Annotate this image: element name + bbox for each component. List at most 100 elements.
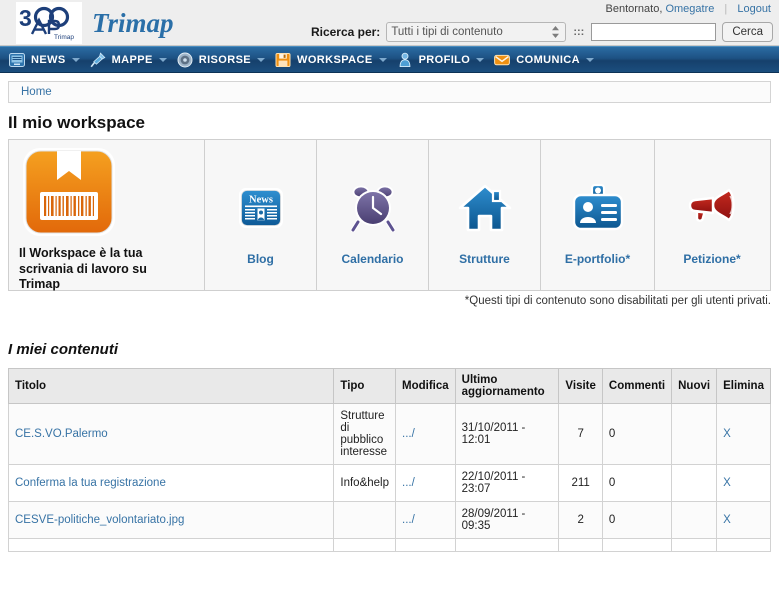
cell-commenti: 0: [601, 501, 673, 539]
nav-item-mappe[interactable]: MAPPE: [87, 47, 174, 72]
col-header-titolo[interactable]: Titolo: [7, 368, 335, 404]
table-row: CESVE-politiche_volontariato.jpg .../ 28…: [7, 501, 771, 539]
edit-link[interactable]: .../: [402, 428, 415, 440]
workspace-tile-label-petizione[interactable]: Petizione*: [683, 252, 740, 266]
cell-modifica: .../: [395, 464, 456, 502]
table-header-row: Titolo Tipo Modifica Ultimo aggiornament…: [7, 368, 771, 404]
logout-link[interactable]: Logout: [737, 3, 771, 15]
cell-ultimo: 28/09/2011 - 09:35: [454, 501, 560, 539]
cell-commenti: 0: [601, 464, 673, 502]
svg-text:Trimap: Trimap: [54, 34, 74, 41]
content-title-link[interactable]: CESVE-politiche_volontariato.jpg: [15, 514, 184, 526]
cell-visite: 211: [558, 464, 603, 502]
col-header-nuovi[interactable]: Nuovi: [671, 368, 718, 404]
cell-tipo: Strutture di pubblico interesse: [333, 403, 396, 465]
search-bar: Ricerca per: Tutti i tipi di contenuto :…: [311, 22, 773, 42]
username-link[interactable]: Omegatre: [665, 3, 714, 15]
cell-visite: [558, 538, 603, 552]
id-badge-icon: [571, 172, 625, 244]
cell-tipo: [333, 538, 396, 552]
nav-item-news[interactable]: NEWS: [6, 47, 87, 72]
delete-link[interactable]: X: [723, 477, 731, 489]
cell-modifica: .../: [395, 403, 456, 465]
nav-item-comunica[interactable]: COMUNICA: [491, 47, 601, 72]
content-title-link[interactable]: Conferma la tua registrazione: [15, 477, 166, 489]
nav-label-workspace: WORKSPACE: [297, 53, 373, 66]
cell-titolo: CE.S.VO.Palermo: [7, 403, 335, 465]
content-type-select-wrap[interactable]: Tutti i tipi di contenuto: [386, 22, 567, 42]
dots-separator: :::: [573, 26, 585, 38]
nav-item-risorse[interactable]: RISORSE: [174, 47, 272, 72]
chevron-down-icon[interactable]: [71, 57, 80, 62]
contents-table: Titolo Tipo Modifica Ultimo aggiornament…: [7, 368, 771, 552]
cell-nuovi: [671, 403, 718, 465]
alarm-clock-icon: [347, 172, 399, 244]
cell-modifica: .../: [395, 501, 456, 539]
logo[interactable]: 3 Trimap: [16, 2, 82, 44]
workspace-intro-cell: Il Workspace è la tua scrivania di lavor…: [9, 140, 205, 291]
workspace-tile-label-strutture[interactable]: Strutture: [459, 252, 510, 266]
contents-section-title: I miei contenuti: [8, 341, 119, 358]
col-header-elimina[interactable]: Elimina: [716, 368, 771, 404]
nav-label-news: NEWS: [31, 53, 66, 66]
workspace-tile-label-calendario[interactable]: Calendario: [341, 252, 403, 266]
cell-elimina: X: [716, 403, 771, 465]
svg-text:News: News: [249, 195, 273, 206]
table-row: [7, 538, 771, 552]
breadcrumb: Home: [8, 81, 771, 103]
nav-label-mappe: MAPPE: [111, 53, 153, 66]
workspace-tile-label-blog[interactable]: Blog: [247, 252, 274, 266]
col-header-modifica[interactable]: Modifica: [395, 368, 456, 404]
workspace-tile-label-eportfolio[interactable]: E-portfolio*: [565, 252, 630, 266]
chevron-down-icon[interactable]: [476, 57, 485, 62]
col-header-tipo[interactable]: Tipo: [333, 368, 396, 404]
cell-nuovi: [671, 464, 718, 502]
col-header-ultimo-aggiornamento[interactable]: Ultimo aggiornamento: [454, 368, 560, 404]
main-navigation: NEWS MAPPE RISORSE WORKSPACE PROFILO COM…: [0, 46, 779, 73]
content-type-select[interactable]: Tutti i tipi di contenuto: [386, 22, 567, 42]
table-row: CE.S.VO.Palermo Strutture di pubblico in…: [7, 403, 771, 465]
cell-nuovi: [671, 538, 718, 552]
cell-titolo: CESVE-politiche_volontariato.jpg: [7, 501, 335, 539]
cell-ultimo: 22/10/2011 - 23:07: [454, 464, 560, 502]
breadcrumb-item-home[interactable]: Home: [21, 86, 52, 98]
chevron-down-icon[interactable]: [378, 57, 387, 62]
nav-label-profilo: PROFILO: [418, 53, 471, 66]
nav-item-profilo[interactable]: PROFILO: [394, 47, 492, 72]
workspace-tile-petizione[interactable]: Petizione*: [655, 140, 769, 290]
search-input[interactable]: [591, 23, 717, 41]
site-header: 3 Trimap Trimap Bentornato, Omegatre | L…: [0, 0, 779, 46]
pin-icon: [90, 51, 106, 68]
workspace-tile-calendario[interactable]: Calendario: [317, 140, 429, 290]
wheel-icon: [177, 52, 193, 68]
workspace-tile-eportfolio[interactable]: E-portfolio*: [541, 140, 655, 290]
chevron-down-icon[interactable]: [585, 57, 594, 62]
orange-box-barcode-icon[interactable]: [19, 146, 119, 241]
workspace-tile-blog[interactable]: News Blog: [205, 140, 317, 290]
welcome-bar: Bentornato, Omegatre | Logout: [606, 3, 772, 15]
cell-elimina: X: [716, 501, 771, 539]
workspace-tile-strutture[interactable]: Strutture: [429, 140, 541, 290]
breadcrumb-wrap: Home: [0, 73, 779, 103]
cell-nuovi: [671, 501, 718, 539]
cell-titolo: [7, 538, 335, 552]
col-header-commenti[interactable]: Commenti: [601, 368, 673, 404]
contents-table-head: Titolo Tipo Modifica Ultimo aggiornament…: [7, 368, 771, 404]
nav-item-workspace[interactable]: WORKSPACE: [272, 47, 394, 72]
cell-commenti: [601, 538, 673, 552]
delete-link[interactable]: X: [723, 428, 731, 440]
chevron-down-icon[interactable]: [158, 57, 167, 62]
svg-text:3: 3: [19, 5, 32, 31]
cell-visite: 2: [558, 501, 603, 539]
col-header-visite[interactable]: Visite: [558, 368, 603, 404]
delete-link[interactable]: X: [723, 514, 731, 526]
edit-link[interactable]: .../: [402, 514, 415, 526]
person-icon: [397, 52, 413, 68]
brand-title: Trimap: [92, 8, 174, 38]
workspace-intro-text: Il Workspace è la tua scrivania di lavor…: [19, 246, 147, 291]
content-title-link[interactable]: CE.S.VO.Palermo: [15, 428, 108, 440]
search-button[interactable]: Cerca: [722, 22, 773, 42]
chevron-down-icon[interactable]: [257, 57, 266, 62]
edit-link[interactable]: .../: [402, 477, 415, 489]
welcome-divider: |: [724, 3, 728, 15]
